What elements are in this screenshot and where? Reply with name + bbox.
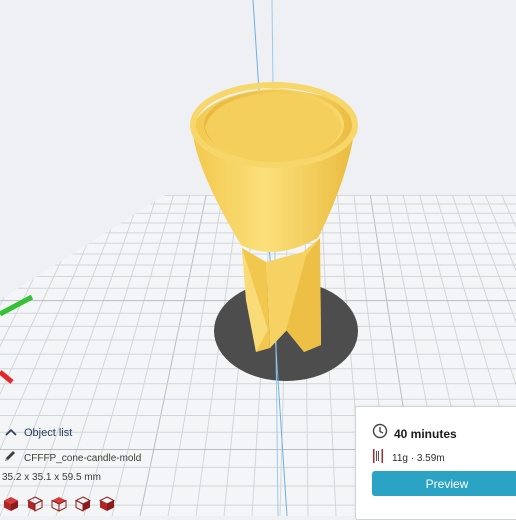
3d-view-icon[interactable] (3, 496, 19, 512)
pencil-icon (3, 449, 17, 468)
chevron-up-icon (3, 426, 19, 440)
print-time-row: 40 minutes (372, 423, 457, 444)
print-time: 40 minutes (394, 426, 457, 441)
object-list-label: Object list (24, 427, 73, 439)
right-view-icon[interactable] (98, 496, 116, 512)
object-list-toggle[interactable]: Object list (3, 426, 72, 440)
print-summary-panel: 40 minutes 11g · 3.59m Preview (355, 406, 516, 520)
clock-icon (372, 423, 388, 444)
view-orientation-bar (3, 496, 116, 512)
material-usage: 11g · 3.59m (392, 453, 445, 464)
material-row: 11g · 3.59m (372, 448, 445, 469)
top-view-icon[interactable] (51, 496, 67, 512)
object-name: CFFFP_cone-candle-mold (24, 453, 142, 464)
object-list-panel: Object list CFFFP_cone-candle-mold 35.2 … (0, 418, 180, 516)
object-dimensions: 35.2 x 35.1 x 59.5 mm (2, 472, 101, 483)
front-view-icon[interactable] (26, 496, 44, 512)
left-view-icon[interactable] (74, 496, 92, 512)
spool-icon (372, 448, 384, 469)
object-list-item[interactable]: CFFFP_cone-candle-mold (3, 449, 141, 468)
preview-button[interactable]: Preview (372, 471, 516, 496)
